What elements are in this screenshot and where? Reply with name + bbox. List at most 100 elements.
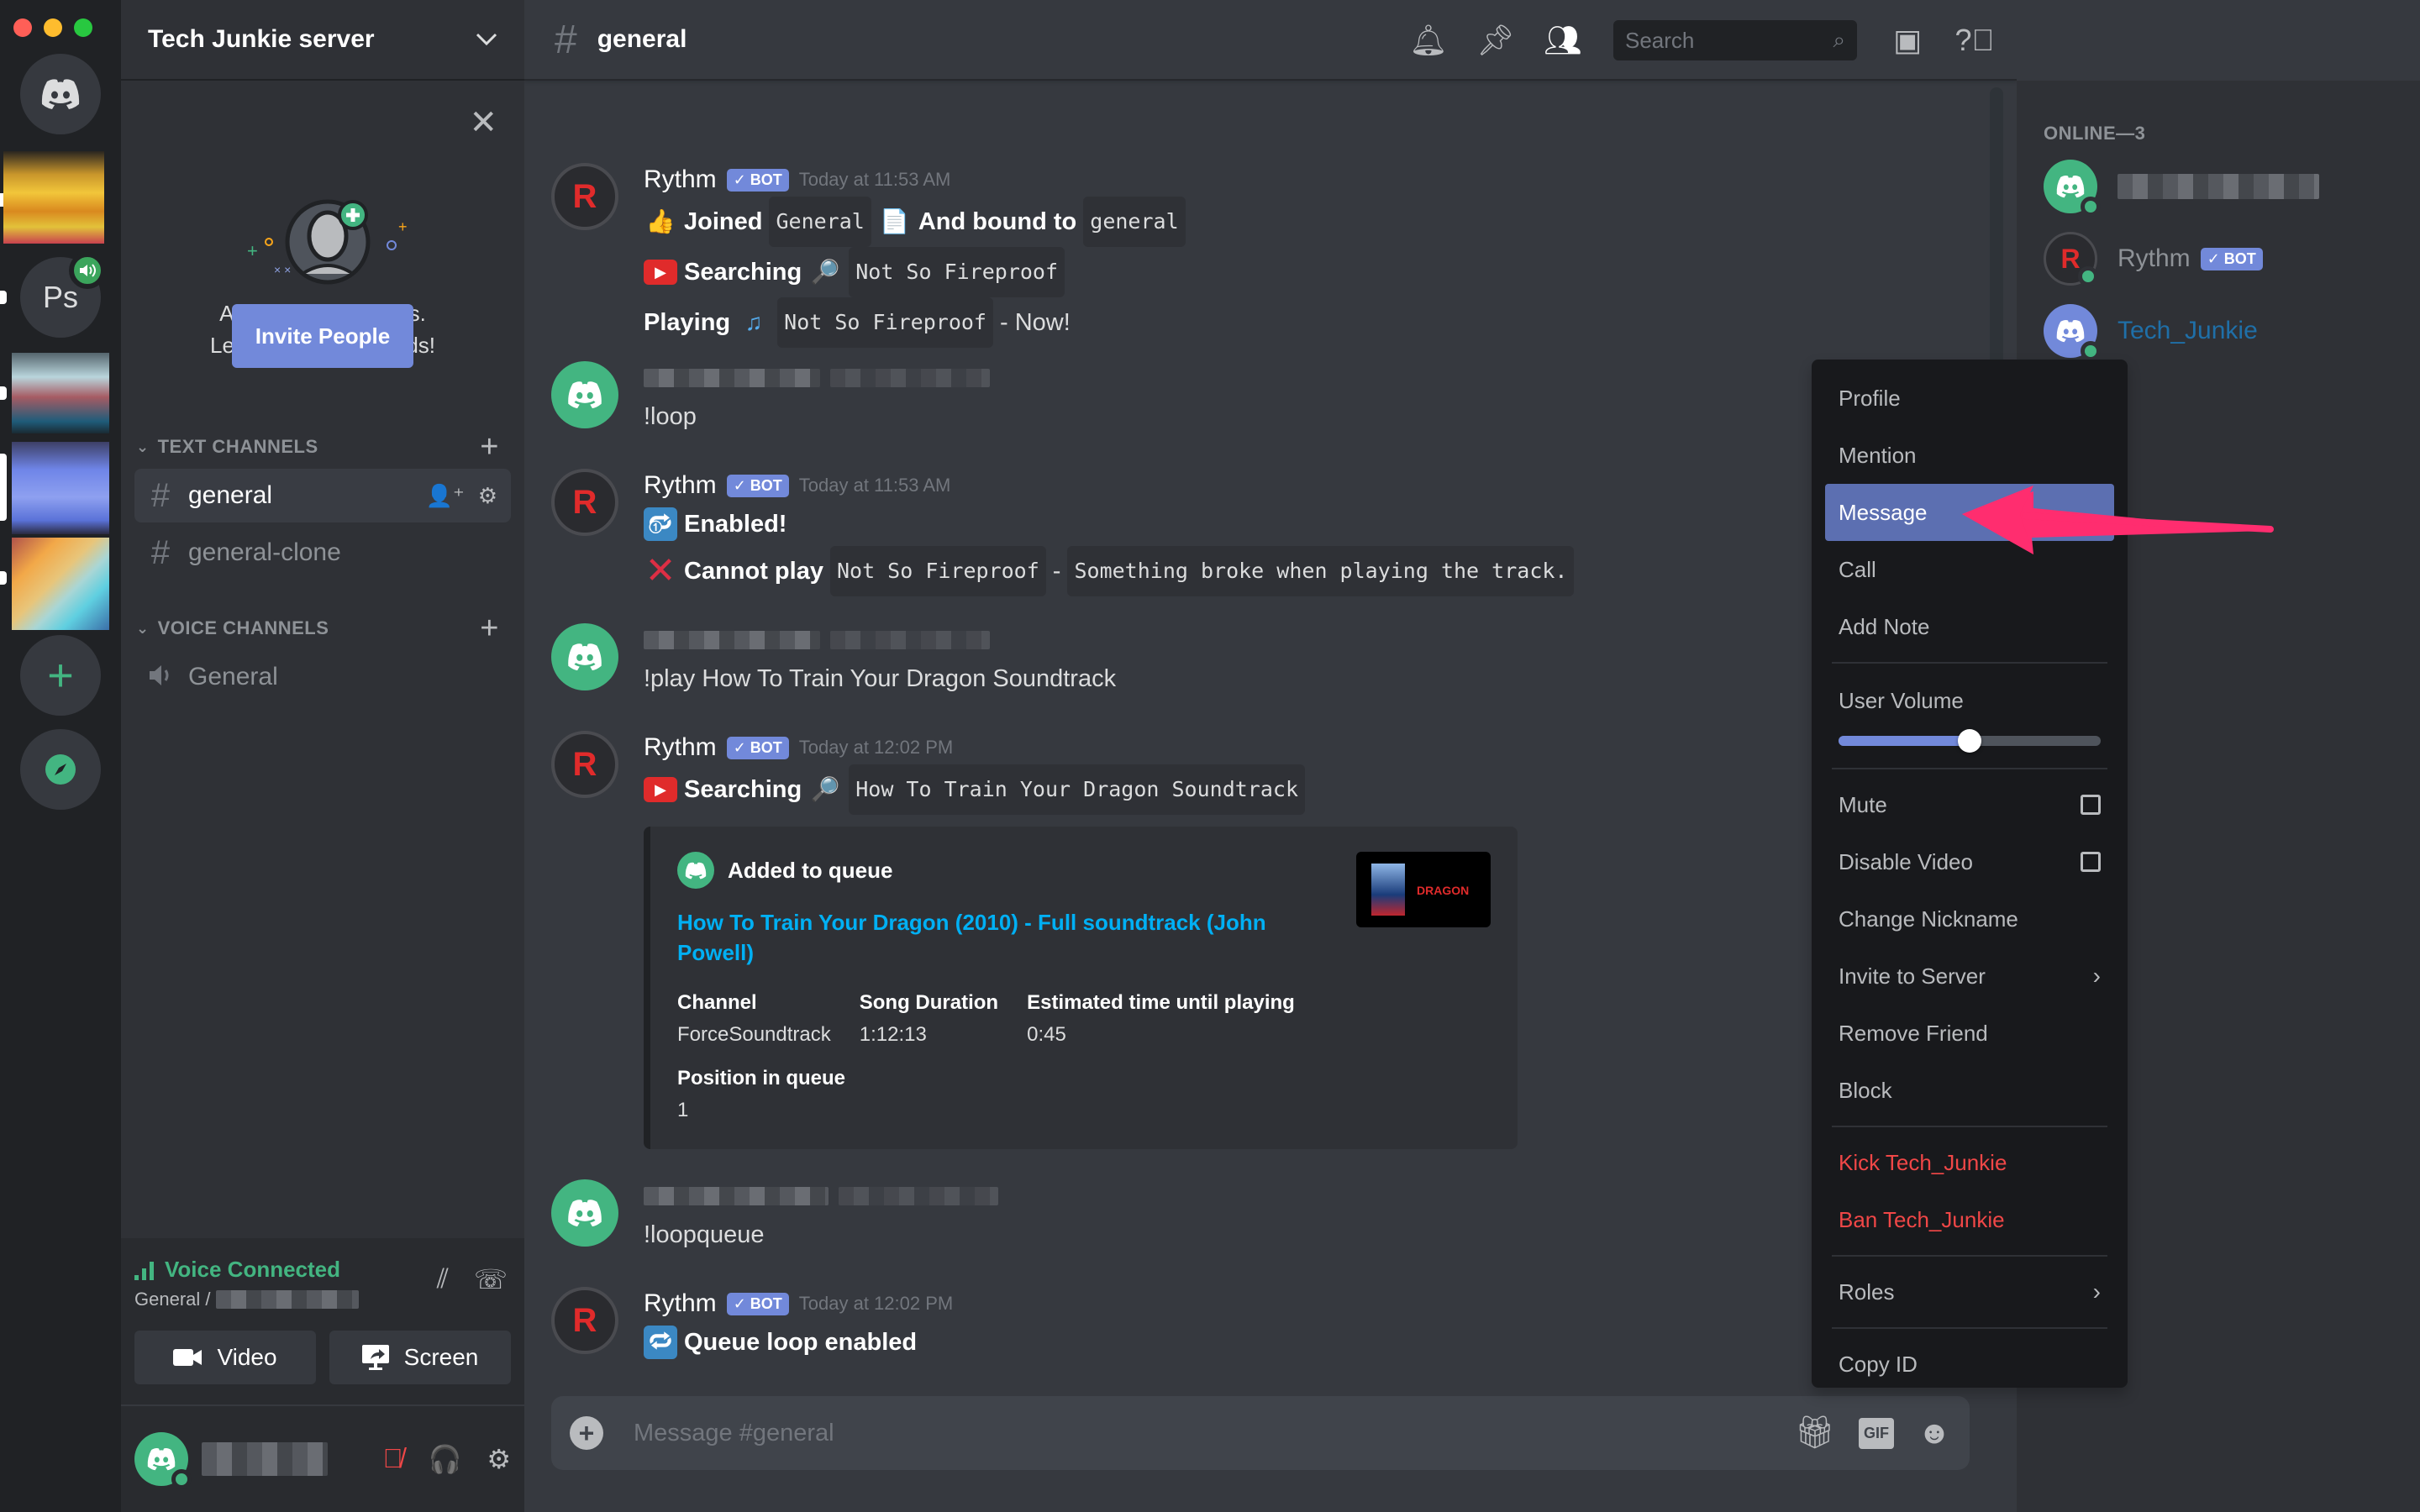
screen-share-button[interactable]: Screen <box>329 1331 511 1384</box>
queue-embed: Added to queue How To Train Your Dragon … <box>644 827 1518 1149</box>
channel-general-clone[interactable]: # general-clone <box>134 526 511 580</box>
server-header[interactable]: Tech Junkie server <box>121 0 524 81</box>
channel-general[interactable]: # general 👤⁺ ⚙ <box>134 469 511 522</box>
disconnect-call-icon[interactable]: ☏ <box>474 1263 508 1295</box>
voice-channel-general[interactable]: General <box>134 650 511 704</box>
video-button[interactable]: Video <box>134 1331 316 1384</box>
minimize-window-button[interactable] <box>44 18 62 37</box>
embed-thumbnail[interactable]: DRAGON <box>1356 852 1491 927</box>
menu-item-disable-video[interactable]: Disable Video <box>1825 833 2114 890</box>
avatar[interactable] <box>551 361 618 428</box>
avatar[interactable] <box>134 1432 192 1489</box>
menu-item-roles[interactable]: Roles › <box>1825 1263 2114 1320</box>
username[interactable]: Rythm <box>644 471 717 500</box>
menu-item-ban[interactable]: Ban Tech_Junkie <box>1825 1191 2114 1248</box>
close-window-button[interactable] <box>13 18 32 37</box>
server-icon-selected[interactable] <box>12 442 109 534</box>
invite-people-button[interactable]: Invite People <box>232 304 413 368</box>
add-server-button[interactable]: + <box>20 635 101 716</box>
menu-item-message[interactable]: Message <box>1825 484 2114 541</box>
avatar[interactable] <box>551 623 618 690</box>
bot-badge: ✓ BOT <box>2200 247 2263 270</box>
user-volume-slider[interactable] <box>1839 719 2101 761</box>
invite-member-icon[interactable]: 👤⁺ <box>426 483 465 509</box>
voice-location[interactable]: General / <box>134 1289 359 1310</box>
embed-title-link[interactable]: How To Train Your Dragon (2010) - Full s… <box>677 907 1282 968</box>
menu-item-add-note[interactable]: Add Note <box>1825 598 2114 655</box>
inbox-icon[interactable]: ▣ <box>1874 23 1941 58</box>
username[interactable]: Rythm <box>644 733 717 762</box>
username[interactable]: Rythm <box>644 1289 717 1318</box>
close-icon[interactable]: ✕ <box>469 106 497 139</box>
rythm-avatar[interactable]: R <box>551 469 618 536</box>
menu-item-block[interactable]: Block <box>1825 1062 2114 1119</box>
menu-separator <box>1832 1255 2107 1257</box>
username[interactable]: Rythm <box>644 165 717 194</box>
members-icon[interactable]: 👥︎ <box>1529 23 1597 58</box>
volume-slider-handle[interactable] <box>1958 729 1981 753</box>
menu-item-kick[interactable]: Kick Tech_Junkie <box>1825 1134 2114 1191</box>
member-item[interactable]: R Rythm ✓ BOT <box>2044 228 2263 289</box>
add-channel-icon[interactable]: + <box>480 611 499 647</box>
member-item[interactable] <box>2044 156 2319 217</box>
explore-servers-button[interactable] <box>20 729 101 810</box>
gift-icon[interactable]: 🎁︎ <box>1795 1415 1835 1452</box>
redacted-timestamp <box>839 1187 998 1205</box>
repeat-icon: 🔁︎ <box>644 1326 677 1359</box>
channel-sidebar: Tech Junkie server ✕ + × × + An adventur… <box>121 0 524 1512</box>
home-button[interactable] <box>20 54 101 134</box>
menu-item-invite-to-server[interactable]: Invite to Server › <box>1825 948 2114 1005</box>
avatar <box>2044 304 2101 361</box>
rythm-avatar[interactable]: R <box>551 163 618 230</box>
menu-item-call[interactable]: Call <box>1825 541 2114 598</box>
message: R Rythm ✓ BOT Today at 11:53 AM 🔂︎ Enabl… <box>551 469 1991 596</box>
gif-icon[interactable]: GIF <box>1859 1417 1894 1449</box>
message: R Rythm ✓ BOT Today at 11:53 AM 👍 Joined… <box>551 163 1991 348</box>
avatar[interactable] <box>551 1179 618 1247</box>
embed-field: Position in queue 1 <box>677 1067 846 1121</box>
server-icon[interactable] <box>3 151 104 244</box>
disable-video-checkbox[interactable] <box>2081 852 2101 872</box>
gear-icon[interactable]: ⚙ <box>487 1443 511 1475</box>
redacted-text <box>215 1290 359 1309</box>
maximize-window-button[interactable] <box>74 18 92 37</box>
embed-field: Estimated time until playing 0:45 <box>1027 991 1295 1046</box>
search-input[interactable]: Search ⌕ <box>1613 20 1857 60</box>
menu-item-remove-friend[interactable]: Remove Friend <box>1825 1005 2114 1062</box>
noise-suppression-icon[interactable]: ⫽ <box>437 1263 449 1295</box>
server-icon[interactable] <box>12 353 109 433</box>
help-icon[interactable]: ?⃝ <box>1941 23 2008 58</box>
member-item-tech-junkie[interactable]: Tech_Junkie <box>2044 301 2258 361</box>
headphones-icon[interactable]: 🎧 <box>428 1443 461 1475</box>
unread-pill <box>0 291 7 304</box>
muted-microphone-icon[interactable]: 🎙̸ <box>382 1443 402 1475</box>
pin-icon[interactable]: 📌︎ <box>1462 23 1529 58</box>
text-channels-category[interactable]: ⌄ TEXT CHANNELS + <box>129 429 499 465</box>
attach-plus-icon[interactable]: + <box>570 1416 603 1450</box>
menu-item-mention[interactable]: Mention <box>1825 427 2114 484</box>
plus-icon: + <box>47 650 74 701</box>
menu-item-copy-id[interactable]: Copy ID <box>1825 1336 2114 1393</box>
server-icon[interactable] <box>12 538 109 630</box>
message: !loopqueue <box>551 1179 1991 1257</box>
server-name: Tech Junkie server <box>148 25 375 53</box>
menu-item-change-nickname[interactable]: Change Nickname <box>1825 890 2114 948</box>
rythm-avatar[interactable]: R <box>551 731 618 798</box>
add-channel-icon[interactable]: + <box>480 429 499 465</box>
menu-item-mute[interactable]: Mute <box>1825 776 2114 833</box>
bell-icon[interactable]: 🔔︎ <box>1395 23 1462 58</box>
gear-icon[interactable]: ⚙ <box>478 483 497 509</box>
compass-icon <box>45 754 76 785</box>
rythm-avatar[interactable]: R <box>551 1287 618 1354</box>
voice-channels-category[interactable]: ⌄ VOICE CHANNELS + <box>129 611 499 647</box>
emoji-icon[interactable]: ☻ <box>1918 1415 1951 1452</box>
mute-checkbox[interactable] <box>2081 795 2101 815</box>
message-input[interactable] <box>634 1419 1795 1447</box>
timestamp: Today at 11:53 AM <box>798 169 951 190</box>
menu-item-profile[interactable]: Profile <box>1825 370 2114 427</box>
server-icon-ps[interactable]: Ps <box>20 252 106 338</box>
menu-separator <box>1832 1327 2107 1329</box>
youtube-icon: ▶ <box>644 777 677 802</box>
online-status-dot <box>2078 266 2098 286</box>
redacted-username <box>2118 174 2319 199</box>
